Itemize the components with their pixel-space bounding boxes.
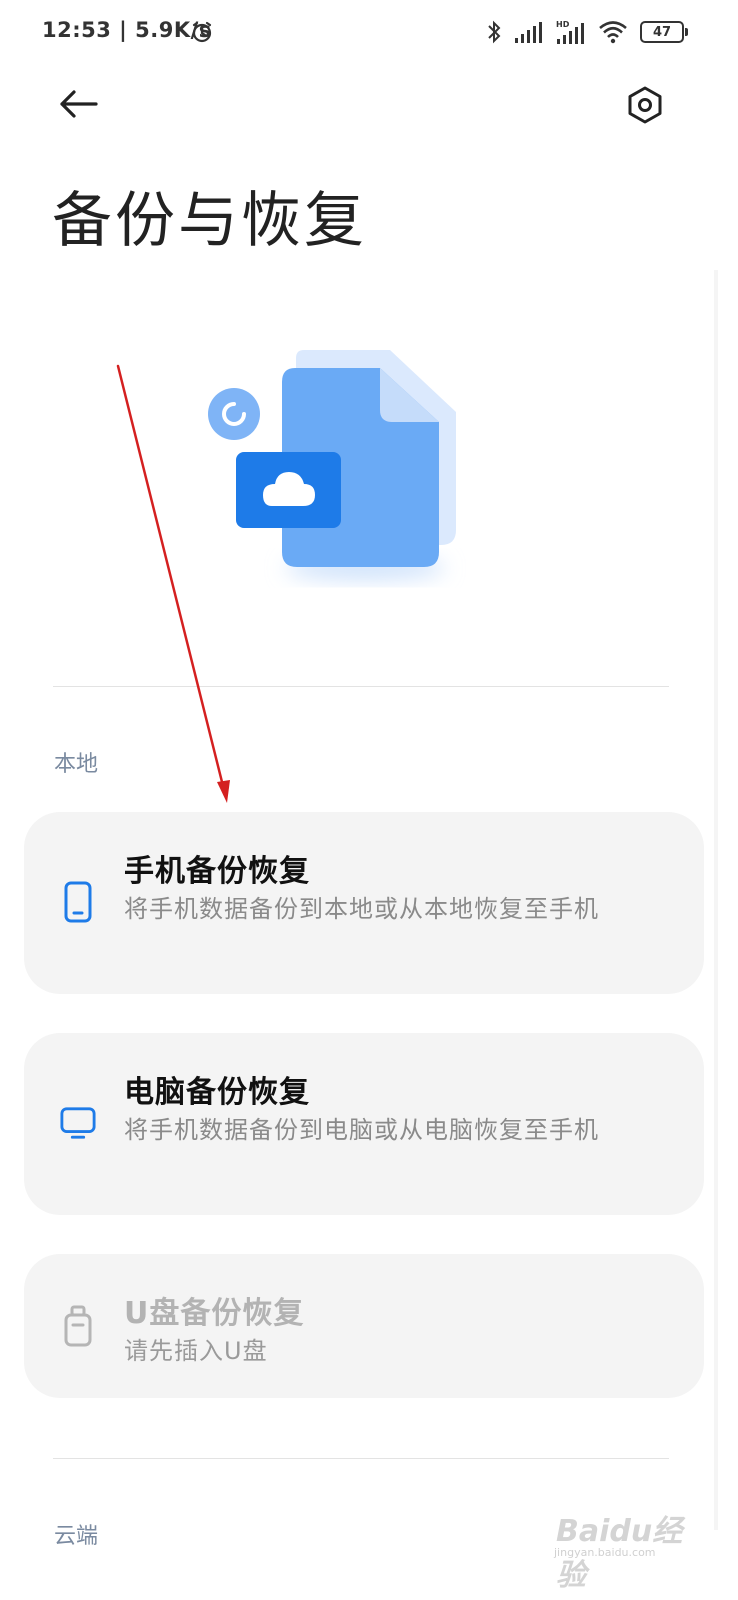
- settings-button[interactable]: [618, 78, 672, 132]
- phone-backup-card[interactable]: 手机备份恢复 将手机数据备份到本地或从本地恢复至手机: [24, 812, 704, 994]
- page-title: 备份与恢复: [52, 186, 367, 256]
- card-title: U盘备份恢复: [124, 1296, 305, 1331]
- alarm-icon: [192, 21, 212, 43]
- backup-illustration: [208, 350, 456, 580]
- computer-backup-card[interactable]: 电脑备份恢复 将手机数据备份到电脑或从电脑恢复至手机: [24, 1033, 704, 1215]
- divider: [53, 686, 669, 687]
- bluetooth-icon: [488, 20, 501, 44]
- back-button[interactable]: [50, 80, 106, 128]
- svg-text:HD: HD: [556, 20, 570, 29]
- battery-icon: 47: [640, 21, 688, 43]
- watermark-sub: jingyan.baidu.com: [554, 1546, 656, 1559]
- card-description: 请先插入U盘: [124, 1337, 268, 1365]
- section-label-cloud: 云端: [54, 1524, 99, 1549]
- usb-drive-icon: [60, 1304, 96, 1348]
- status-bar: 12:53 | 5.9K/s HD 47: [0, 0, 738, 64]
- card-description: 将手机数据备份到本地或从本地恢复至手机: [124, 895, 599, 923]
- settings-icon: [628, 86, 662, 124]
- card-description: 将手机数据备份到电脑或从电脑恢复至手机: [124, 1116, 599, 1144]
- computer-icon: [60, 1101, 96, 1145]
- scrollbar-track: [714, 270, 718, 1530]
- section-label-local: 本地: [54, 752, 99, 777]
- battery-level: 47: [652, 24, 672, 40]
- card-title: 电脑备份恢复: [124, 1075, 310, 1110]
- usb-backup-card[interactable]: U盘备份恢复 请先插入U盘: [24, 1254, 704, 1398]
- phone-icon: [60, 880, 96, 924]
- card-title: 手机备份恢复: [124, 854, 310, 889]
- baidu-watermark: Baidu经验 jingyan.baidu.com: [552, 1500, 692, 1593]
- signal-icon: [515, 22, 542, 43]
- status-icons: HD 47: [486, 16, 688, 48]
- divider: [53, 1458, 669, 1459]
- status-time: 12:53 | 5.9K/s: [42, 18, 212, 42]
- back-arrow-icon: [60, 90, 98, 118]
- hd-signal-icon: HD: [556, 20, 584, 44]
- wifi-icon: [599, 21, 627, 44]
